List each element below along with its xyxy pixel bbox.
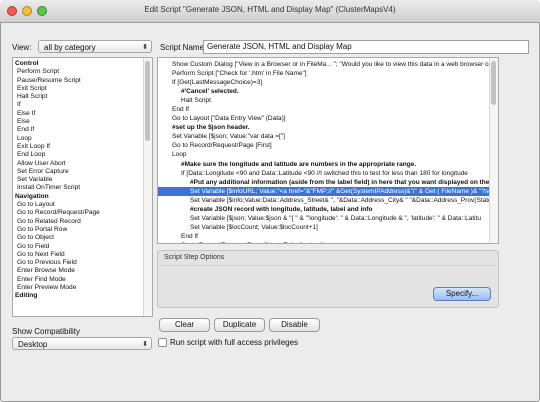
script-scroll-thumb[interactable]	[491, 61, 496, 105]
script-line[interactable]: Set Variable [$json; Value:"var data =["…	[158, 132, 498, 141]
options-divider	[160, 265, 496, 266]
script-line[interactable]: If [Get(LastMessageChoice)=3]	[158, 78, 498, 87]
script-step-item[interactable]: Enter Browse Mode	[13, 267, 152, 275]
compatibility-select-value: Desktop	[18, 340, 48, 349]
script-step-item[interactable]: If	[13, 101, 152, 109]
disable-button[interactable]: Disable	[269, 318, 320, 332]
script-line[interactable]: #Put any additional information (aside f…	[158, 178, 498, 187]
script-scrollbar[interactable]	[489, 58, 498, 243]
script-step-item[interactable]: Install OnTimer Script	[13, 184, 152, 192]
steps-scrollbar[interactable]	[143, 58, 152, 316]
script-step-item[interactable]: Set Error Capture	[13, 168, 152, 176]
view-select-value: all by category	[44, 43, 96, 52]
script-step-options-label: Script Step Options	[164, 254, 225, 261]
script-step-item[interactable]: Go to Related Record	[13, 218, 152, 226]
window-title: Edit Script "Generate JSON, HTML and Dis…	[144, 5, 396, 14]
script-name-field[interactable]: Generate JSON, HTML and Display Map	[203, 40, 529, 54]
script-step-item[interactable]: Else	[13, 118, 152, 126]
script-step-item[interactable]: Else If	[13, 110, 152, 118]
clear-button[interactable]: Clear	[159, 318, 210, 332]
chevron-updown-icon: ⬍	[142, 44, 148, 51]
script-line[interactable]: End If	[158, 105, 498, 114]
script-editor-window: Edit Script "Generate JSON, HTML and Dis…	[0, 0, 540, 402]
script-line[interactable]: Loop	[158, 150, 498, 159]
script-step-item[interactable]: End If	[13, 126, 152, 134]
step-category: Control	[15, 60, 39, 67]
script-step-item[interactable]: Set Variable	[13, 176, 152, 184]
script-step-item[interactable]: Go to Field	[13, 243, 152, 251]
script-step-item[interactable]: Halt Script	[13, 93, 152, 101]
script-name-label: Script Name:	[160, 43, 207, 52]
script-line[interactable]: #create JSON record with longitude, lati…	[158, 205, 498, 214]
script-step-item[interactable]: Go to Next Field	[13, 251, 152, 259]
script-line[interactable]: Show Custom Dialog ["View in a Browser o…	[158, 60, 498, 69]
script-line[interactable]: #set up the $json header.	[158, 123, 498, 132]
full-access-label: Run script with full access privileges	[170, 338, 299, 347]
script-step-item[interactable]: Exit Script	[13, 85, 152, 93]
chevron-updown-icon: ⬍	[142, 341, 148, 348]
script-line[interactable]: #'Cancel' selected.	[158, 87, 498, 96]
script-line[interactable]: #Make sure the longitude and latitude ar…	[158, 160, 498, 169]
script-line[interactable]: Go to Layout ["Data Entry View" (Data)]	[158, 114, 498, 123]
title-bar: Edit Script "Generate JSON, HTML and Dis…	[0, 0, 540, 23]
specify-button[interactable]: Specify...	[433, 287, 491, 301]
script-line[interactable]: Set Variable [$info;Value:Data::Address_…	[158, 196, 498, 205]
script-step-options-group: Script Step Options Specify...	[157, 250, 499, 308]
script-step-item[interactable]: Exit Loop If	[13, 143, 152, 151]
script-step-item[interactable]: Pause/Resume Script	[13, 77, 152, 85]
step-category: Editing	[15, 292, 38, 300]
view-label: View:	[12, 43, 32, 52]
compatibility-select[interactable]: Desktop ⬍	[12, 337, 152, 350]
script-step-item[interactable]: Go to Portal Row	[13, 226, 152, 234]
script-line[interactable]: Go to Record/Request/Page [First]	[158, 141, 498, 150]
script-step-item[interactable]: Loop	[13, 135, 152, 143]
step-category: Navigation	[15, 192, 49, 200]
script-step-item[interactable]: Go to Record/Request/Page	[13, 209, 152, 217]
script-step-item[interactable]: End Loop	[13, 151, 152, 159]
full-access-checkbox[interactable]	[158, 338, 167, 347]
script-step-item[interactable]: Enter Find Mode	[13, 276, 152, 284]
script-line[interactable]: Set Variable [$locCount; Value:$locCount…	[158, 223, 498, 232]
script-step-item[interactable]: Go to Layout	[13, 201, 152, 209]
script-line[interactable]: Go to Record/Request/Page [Next; Exit af…	[158, 241, 498, 243]
script-line-selected[interactable]: Set Variable [$infoURL; Value:"<a href="…	[158, 186, 498, 196]
script-line[interactable]: Perform Script ["Check for '.htm' in Fil…	[158, 69, 498, 78]
script-line[interactable]: Set Variable [$json; Value:$json & "{ " …	[158, 214, 498, 223]
script-step-item[interactable]: Enter Preview Mode	[13, 284, 152, 292]
show-compatibility-label: Show Compatibility	[12, 327, 81, 336]
script-line[interactable]: End If	[158, 232, 498, 241]
script-steps-list[interactable]: Control Perform Script Pause/Resume Script…	[12, 57, 153, 317]
duplicate-button[interactable]: Duplicate	[214, 318, 265, 332]
view-select[interactable]: all by category ⬍	[38, 40, 152, 53]
script-step-item[interactable]: Go to Object	[13, 234, 152, 242]
script-step-item[interactable]: Perform Script	[13, 68, 152, 76]
steps-scroll-thumb[interactable]	[145, 61, 150, 141]
script-step-item[interactable]: Go to Previous Field	[13, 259, 152, 267]
script-editor-list[interactable]: Show Custom Dialog ["View in a Browser o…	[157, 57, 499, 244]
script-line[interactable]: If [Data::Longitude <90 and Data::Latitu…	[158, 169, 498, 178]
script-step-item[interactable]: Allow User Abort	[13, 160, 152, 168]
script-line[interactable]: Halt Script	[158, 96, 498, 105]
